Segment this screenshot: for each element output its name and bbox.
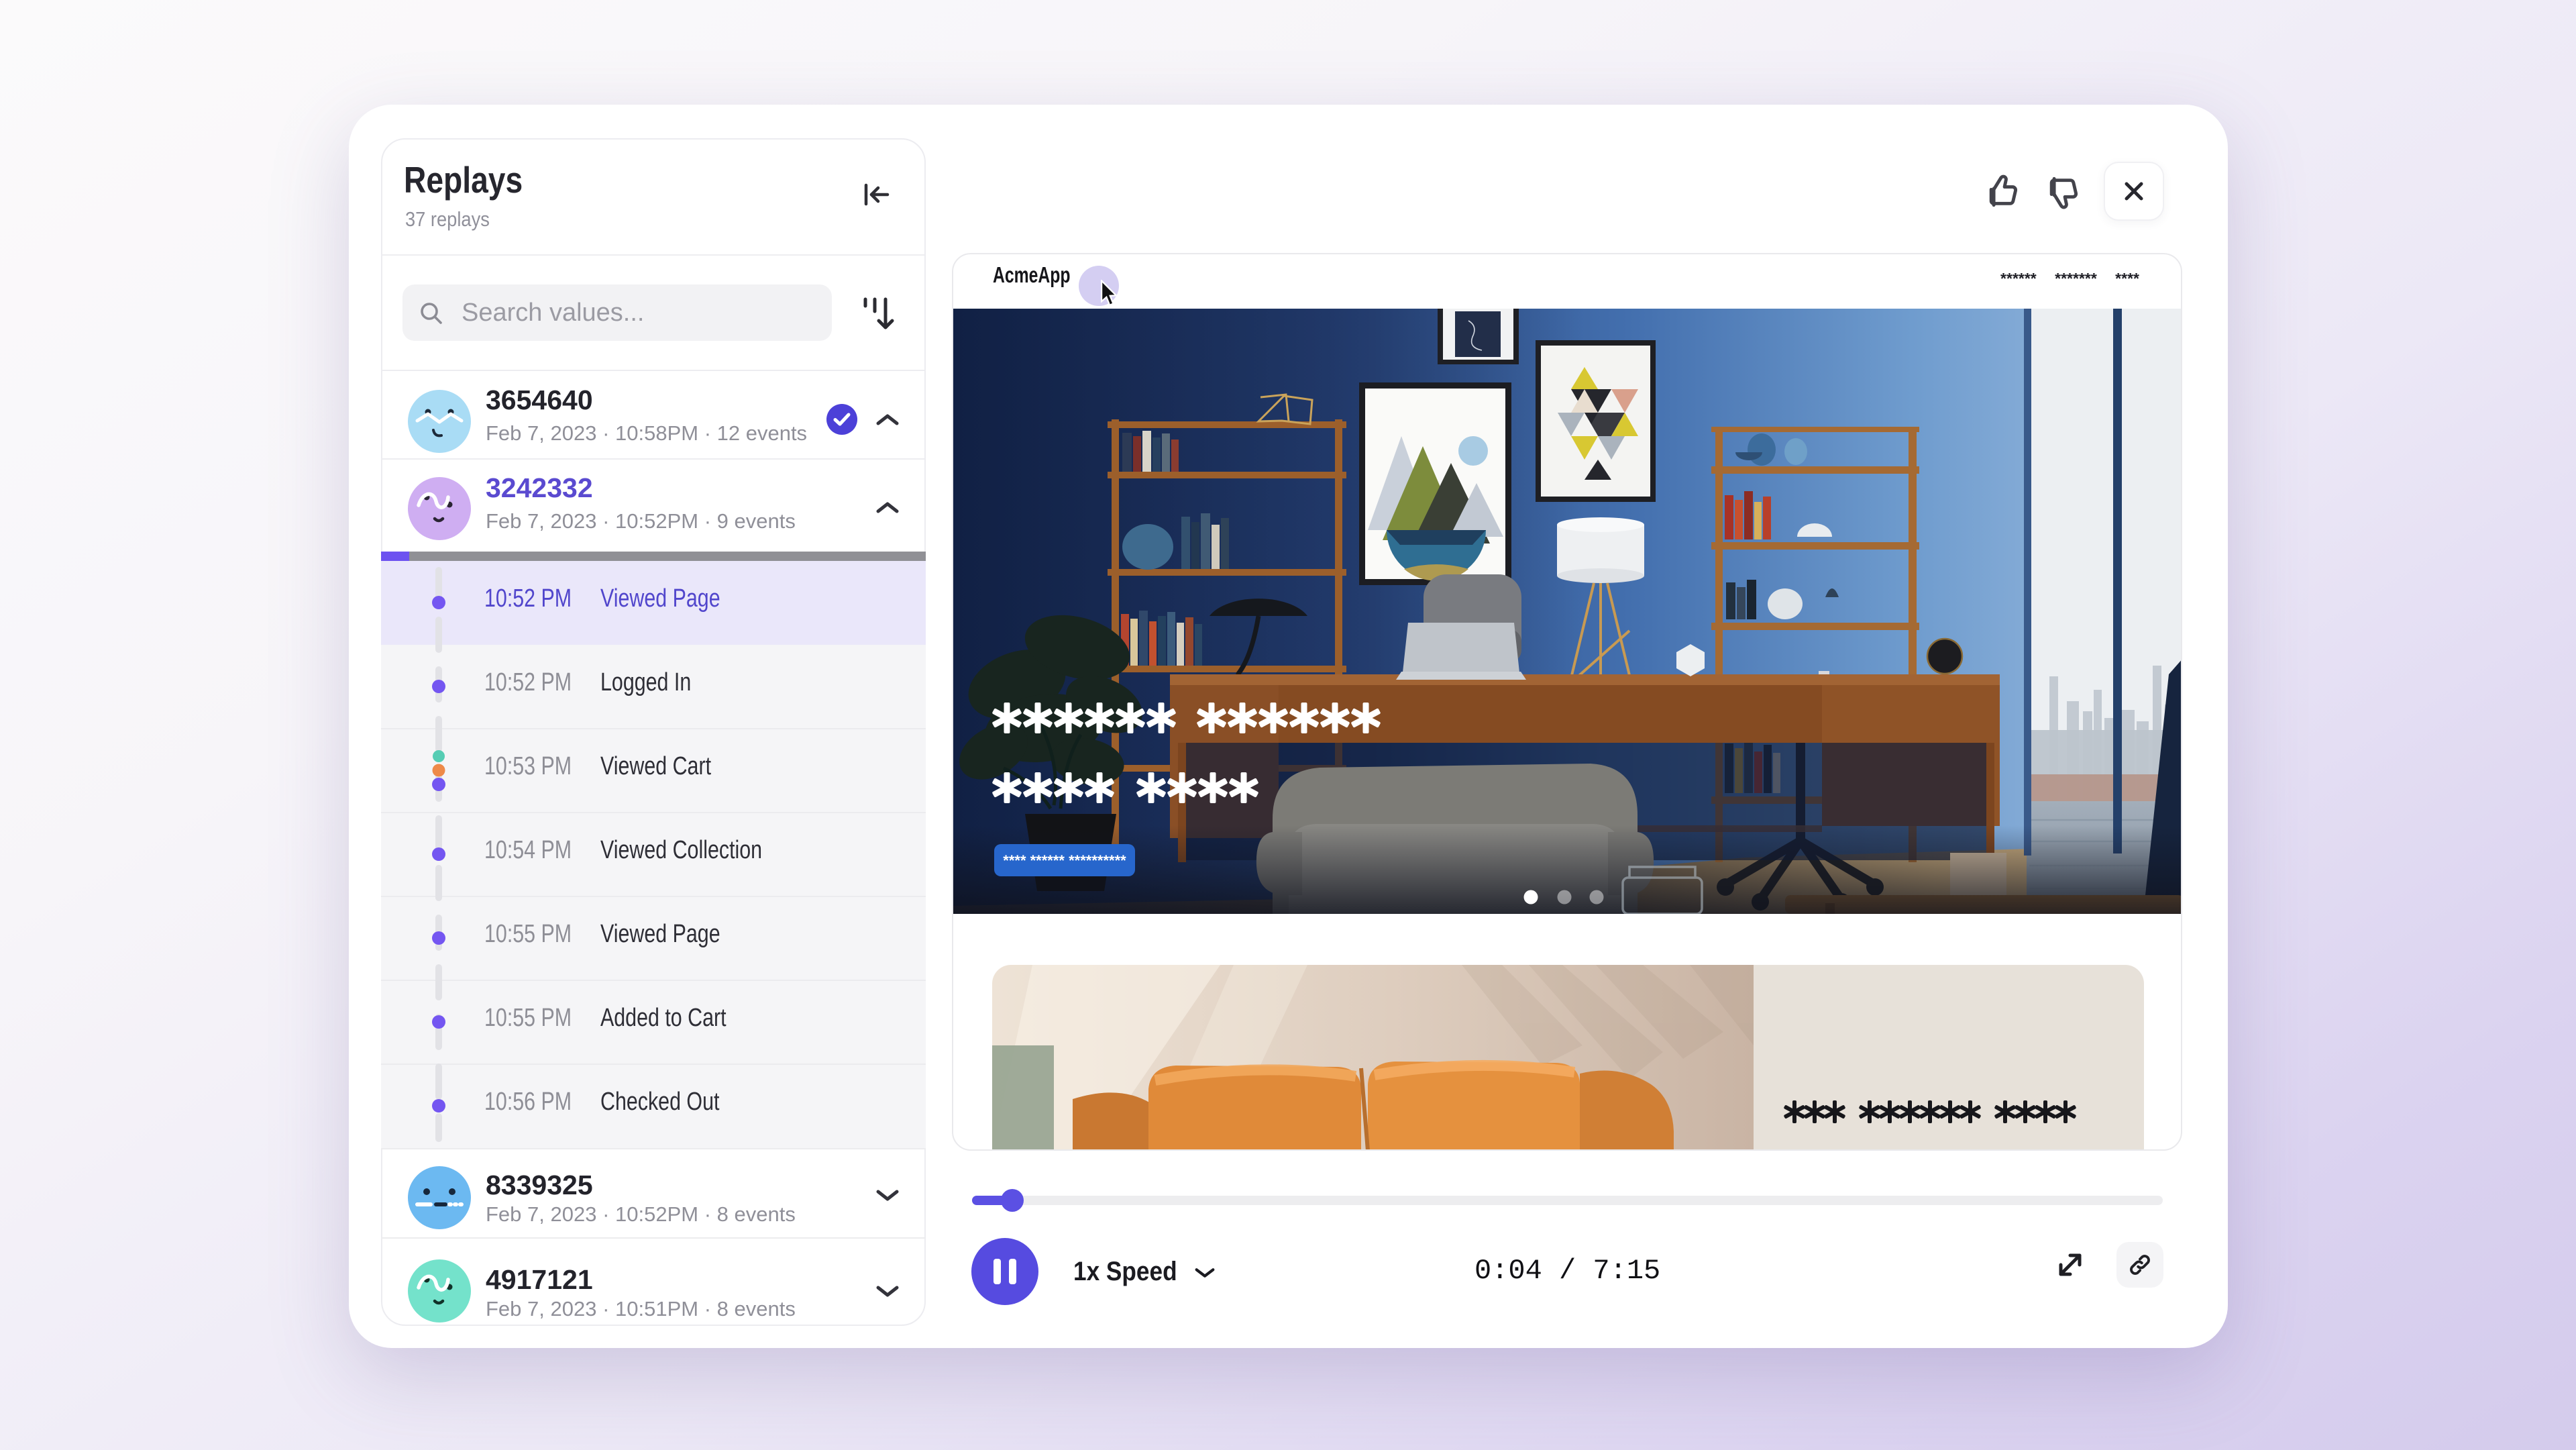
svg-text:**** ****** **********: **** ****** ********** [1003, 852, 1126, 869]
